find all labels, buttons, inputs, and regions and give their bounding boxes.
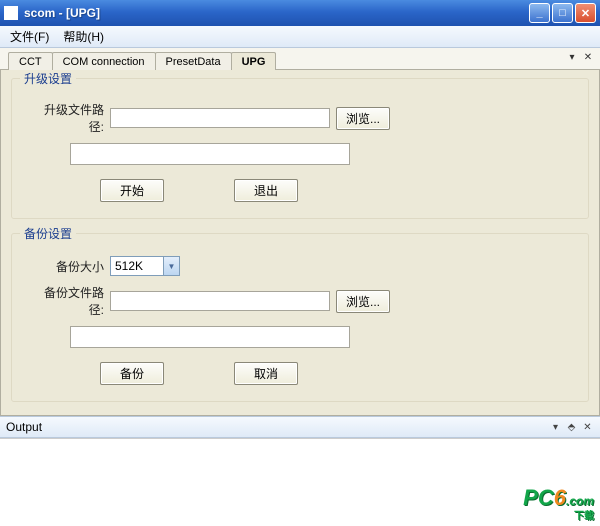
output-pane[interactable] — [0, 438, 600, 526]
backup-size-label: 备份大小 — [30, 258, 110, 275]
tab-com-connection[interactable]: COM connection — [52, 52, 156, 70]
upgrade-browse-button[interactable]: 浏览... — [336, 107, 390, 130]
backup-size-select[interactable]: 512K ▼ — [110, 256, 180, 276]
cancel-button[interactable]: 取消 — [234, 362, 298, 385]
backup-progress-field[interactable] — [70, 326, 350, 348]
menu-bar: 文件(F) 帮助(H) — [0, 26, 600, 48]
start-button[interactable]: 开始 — [100, 179, 164, 202]
tab-cct[interactable]: CCT — [8, 52, 53, 70]
output-dropdown-icon[interactable]: ▾ — [549, 421, 562, 434]
tab-dropdown-icon[interactable]: ▾ — [566, 51, 578, 63]
output-bar: Output ▾ ⬘ ✕ — [0, 416, 600, 438]
menu-file[interactable]: 文件(F) — [4, 26, 55, 47]
chevron-down-icon: ▼ — [163, 257, 179, 275]
tab-close-icon[interactable]: ✕ — [582, 51, 594, 63]
output-label: Output — [6, 420, 42, 434]
upgrade-settings-group: 升级设置 升级文件路径: 浏览... 开始 退出 — [11, 78, 589, 219]
backup-legend: 备份设置 — [20, 225, 76, 242]
backup-size-value: 512K — [115, 259, 143, 273]
upgrade-progress-field[interactable] — [70, 143, 350, 165]
menu-help[interactable]: 帮助(H) — [57, 26, 110, 47]
upgrade-path-input[interactable] — [110, 108, 330, 128]
upgrade-path-label: 升级文件路径: — [30, 101, 110, 135]
upgrade-legend: 升级设置 — [20, 70, 76, 87]
minimize-button[interactable]: _ — [529, 3, 550, 23]
output-pin-icon[interactable]: ⬘ — [565, 421, 578, 434]
backup-path-label: 备份文件路径: — [30, 284, 110, 318]
window-title: scom - [UPG] — [24, 6, 529, 20]
maximize-button[interactable]: □ — [552, 3, 573, 23]
output-close-icon[interactable]: ✕ — [581, 421, 594, 434]
content-pane: 升级设置 升级文件路径: 浏览... 开始 退出 备份设置 备份大小 512K … — [0, 70, 600, 416]
close-button[interactable]: ✕ — [575, 3, 596, 23]
tab-presetdata[interactable]: PresetData — [155, 52, 232, 70]
exit-button[interactable]: 退出 — [234, 179, 298, 202]
backup-path-input[interactable] — [110, 291, 330, 311]
backup-browse-button[interactable]: 浏览... — [336, 290, 390, 313]
app-icon — [4, 6, 18, 20]
backup-settings-group: 备份设置 备份大小 512K ▼ 备份文件路径: 浏览... 备份 取消 — [11, 233, 589, 402]
tab-strip: CCT COM connection PresetData UPG ▾ ✕ — [0, 48, 600, 70]
backup-button[interactable]: 备份 — [100, 362, 164, 385]
title-bar: scom - [UPG] _ □ ✕ — [0, 0, 600, 26]
tab-upg[interactable]: UPG — [231, 52, 277, 70]
